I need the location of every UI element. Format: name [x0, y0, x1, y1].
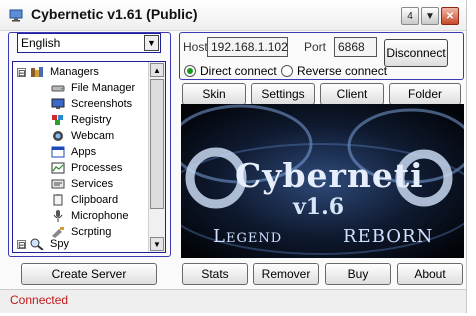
tab-skin[interactable]: Skin: [182, 83, 246, 105]
create-server-button[interactable]: Create Server: [21, 263, 157, 285]
tree-item-screenshots[interactable]: Screenshots: [51, 96, 132, 112]
tree-item-label: Services: [71, 178, 114, 190]
registry-icon: [52, 115, 63, 125]
about-button[interactable]: About: [397, 263, 463, 285]
host-label: Host: [183, 40, 208, 54]
tree-item-microphone[interactable]: Microphone: [51, 208, 128, 224]
webcam-icon: [53, 131, 63, 141]
logo-banner: Cyberneti v1.6 Legend reborn: [181, 104, 464, 258]
scroll-down-icon[interactable]: ▼: [150, 237, 164, 251]
direct-connect-label: Direct connect: [200, 64, 277, 78]
tree-item-label: Apps: [71, 146, 97, 158]
monitor-icon: [51, 98, 65, 109]
port-input[interactable]: 6868: [334, 37, 377, 57]
tab-folder[interactable]: Folder: [389, 83, 461, 105]
scrollbar-thumb[interactable]: [150, 79, 164, 209]
banner-version: v1.6: [293, 194, 345, 220]
collapse-icon[interactable]: ⊟: [17, 67, 26, 77]
chevron-down-icon[interactable]: ▼: [144, 35, 159, 51]
processes-icon: [51, 162, 65, 174]
collapse-icon[interactable]: ⊟: [17, 239, 26, 249]
tree-item-apps[interactable]: Apps: [51, 144, 96, 160]
clipboard-icon: [53, 194, 63, 206]
port-label: Port: [304, 40, 327, 54]
app-icon: [9, 9, 23, 22]
tab-settings[interactable]: Settings: [251, 83, 315, 105]
managers-icon: [31, 67, 43, 77]
host-input[interactable]: 192.168.1.102: [207, 37, 288, 57]
window-title: Cybernetic v1.61 (Public): [31, 6, 198, 22]
microphone-icon: [53, 210, 63, 222]
close-button[interactable]: ✕: [441, 7, 459, 25]
language-select[interactable]: English ▼: [17, 33, 161, 53]
tree-item-label: Managers: [50, 66, 99, 78]
titlebar-extra-button[interactable]: 4: [401, 7, 419, 25]
tree-item-services[interactable]: Services: [51, 176, 113, 192]
banner-logo-text: Cyberneti: [235, 156, 424, 195]
apps-icon: [51, 146, 65, 158]
tree-item-label: Scrpting: [71, 226, 112, 238]
drive-icon: [51, 85, 65, 92]
tab-client[interactable]: Client: [320, 83, 384, 105]
tree-item-clipboard[interactable]: Clipboard: [51, 192, 118, 208]
tree-item-label: Microphone: [71, 210, 129, 222]
spy-icon: [30, 238, 44, 250]
services-icon: [51, 179, 65, 189]
tree-item-registry[interactable]: Registry: [51, 112, 111, 128]
tree-item-label: Clipboard: [71, 194, 119, 206]
buy-button[interactable]: Buy: [325, 263, 391, 285]
language-select-value: English: [21, 36, 61, 50]
remover-button[interactable]: Remover: [253, 263, 319, 285]
tree-item-label: Registry: [71, 114, 112, 126]
banner-legend-text: Legend: [213, 226, 283, 247]
tree-item-label: Screenshots: [71, 98, 133, 110]
minimize-button[interactable]: ▼: [421, 7, 439, 25]
tree-item-processes[interactable]: Processes: [51, 160, 122, 176]
tree-item-managers[interactable]: ⊟ Managers: [17, 64, 99, 80]
tree-scrollbar[interactable]: ▲ ▼: [148, 62, 165, 252]
tree-item-label: Spy: [50, 238, 69, 250]
banner-reborn-text: reborn: [343, 226, 434, 247]
tree-item-spy[interactable]: ⊟ Spy: [17, 236, 69, 252]
connection-status: Connected: [10, 293, 69, 307]
tree-item-label: Processes: [71, 162, 123, 174]
disconnect-button[interactable]: Disconnect: [384, 39, 448, 67]
tree-item-webcam[interactable]: Webcam: [51, 128, 114, 144]
tree-item-label: File Manager: [71, 82, 136, 94]
stats-button[interactable]: Stats: [182, 263, 248, 285]
reverse-connect-label: Reverse connect: [297, 64, 388, 78]
feature-tree: ⊟ Managers File Manager Screenshots Regi…: [12, 61, 166, 253]
main-window: Cybernetic v1.61 (Public) 4 ▼ ✕ English …: [0, 0, 467, 313]
tree-item-file-manager[interactable]: File Manager: [51, 80, 135, 96]
direct-connect-radio[interactable]: [184, 65, 196, 77]
scroll-up-icon[interactable]: ▲: [150, 63, 164, 77]
tree-item-label: Webcam: [71, 130, 115, 142]
status-bar: Connected: [0, 289, 466, 313]
reverse-connect-radio[interactable]: [281, 65, 293, 77]
title-bar[interactable]: Cybernetic v1.61 (Public) 4 ▼ ✕: [0, 0, 466, 31]
